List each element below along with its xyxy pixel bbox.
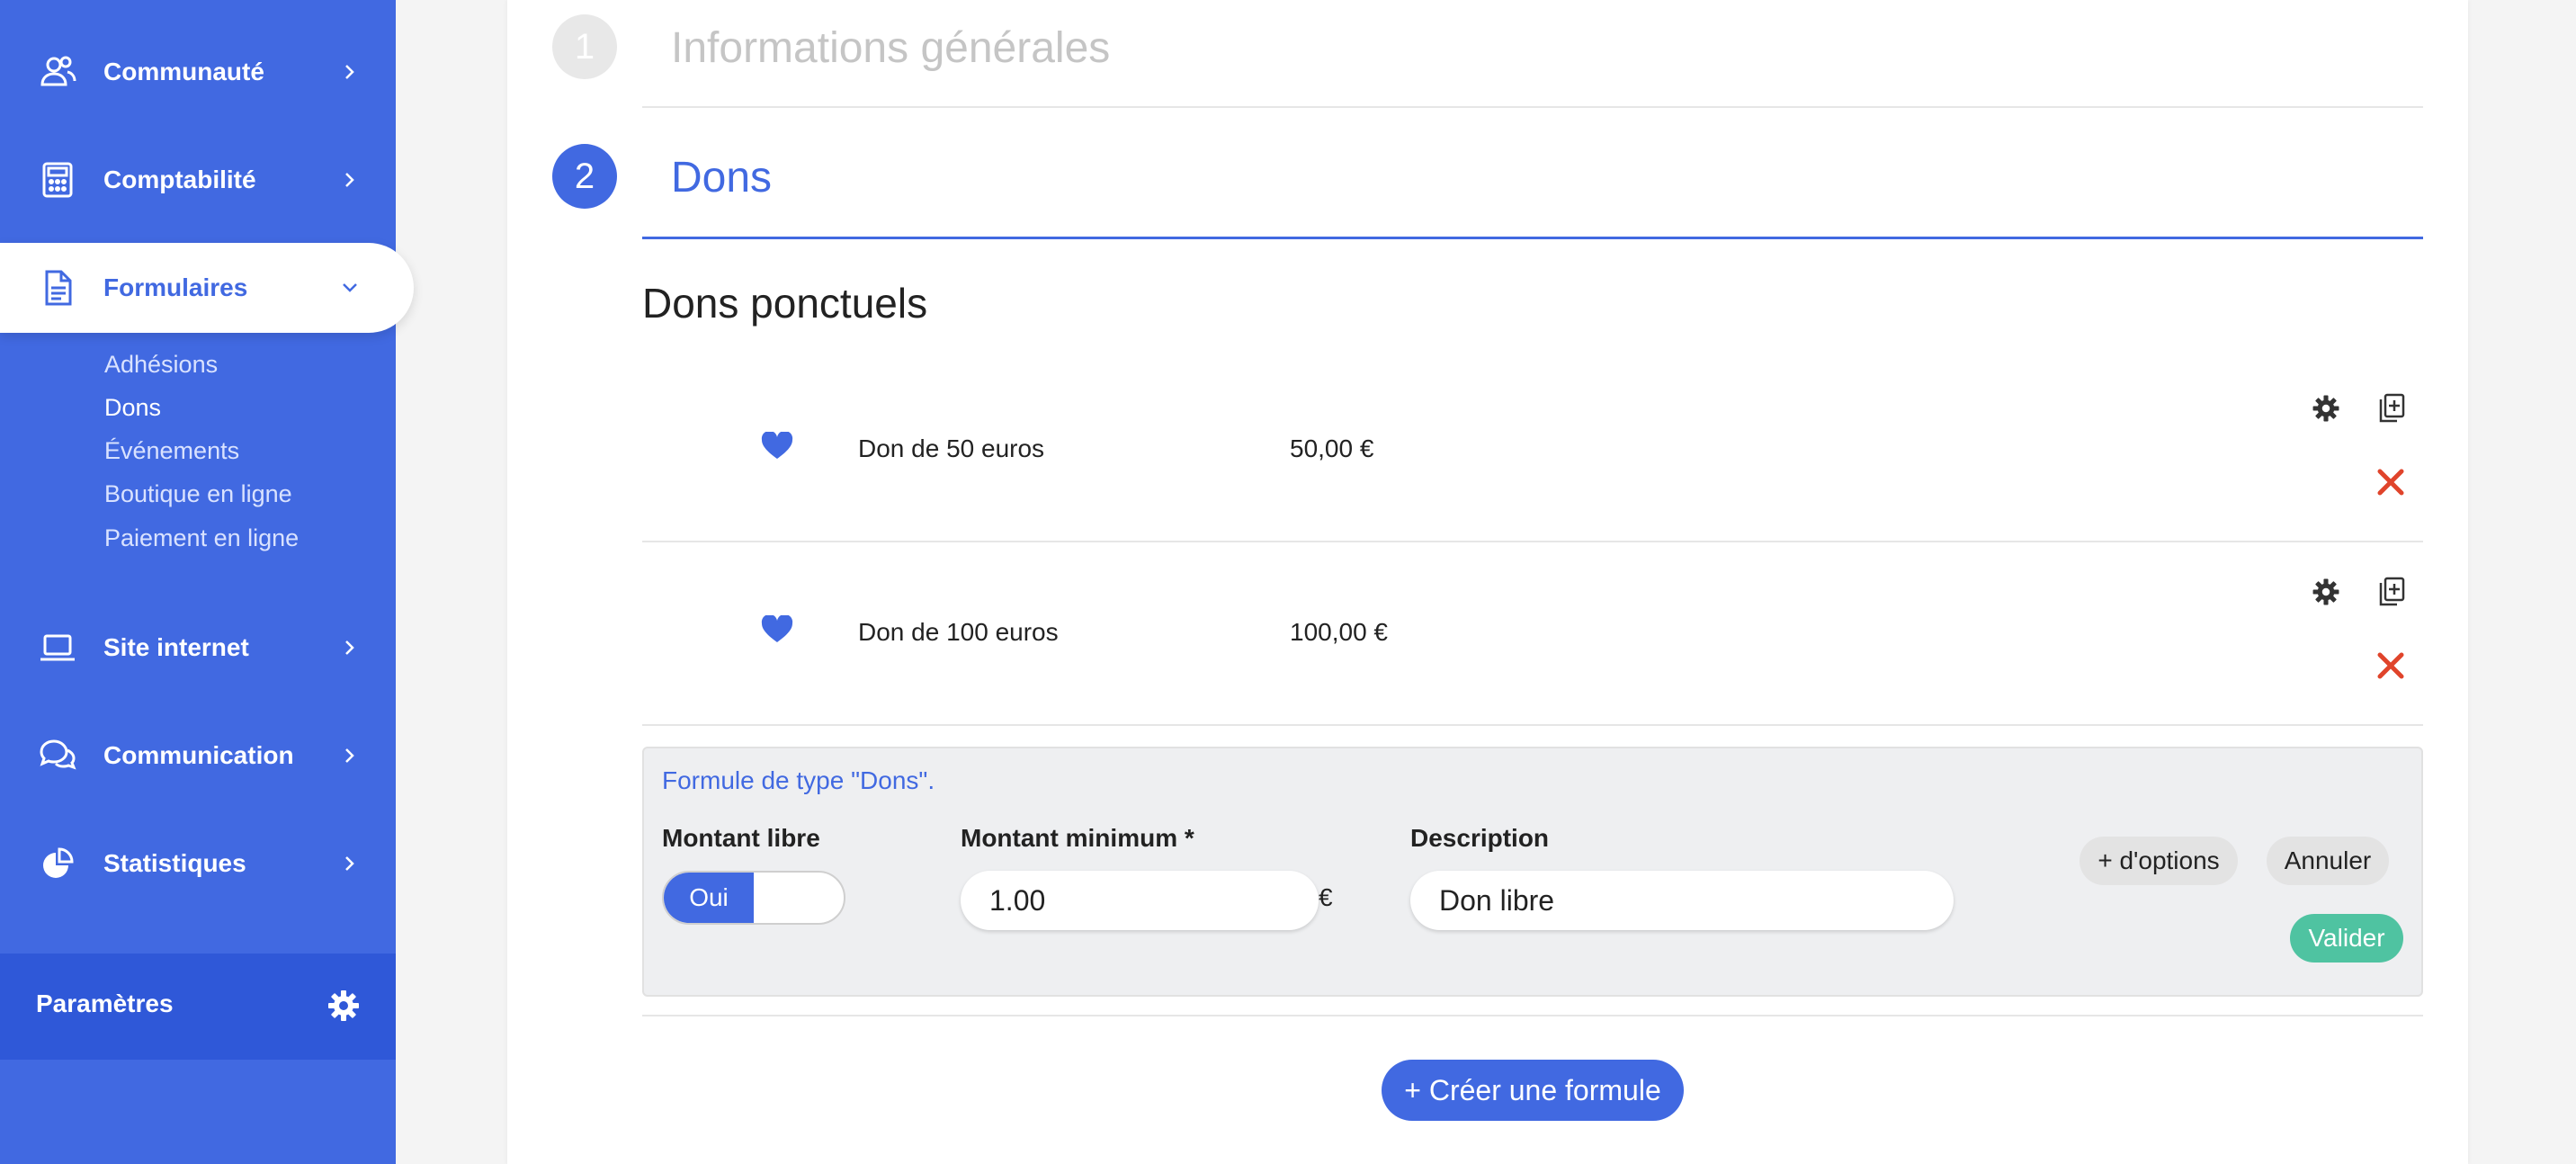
gear-icon xyxy=(326,988,362,1024)
currency-label: € xyxy=(1319,883,1333,911)
settings-gear-icon[interactable] xyxy=(2308,390,2344,426)
divider xyxy=(642,724,2423,726)
delete-icon[interactable] xyxy=(2373,464,2409,500)
chevron-right-icon xyxy=(340,170,360,190)
heart-icon xyxy=(761,613,793,644)
sidebar-item-label: Comptabilité xyxy=(103,166,256,193)
settings-button[interactable]: Paramètres xyxy=(0,954,396,1060)
cancel-button[interactable]: Annuler xyxy=(2267,837,2389,885)
delete-icon[interactable] xyxy=(2373,648,2409,684)
divider xyxy=(642,1015,2423,1016)
don-amount: 50,00 € xyxy=(1290,434,1374,462)
sidebar-item-statistiques[interactable]: Statistiques xyxy=(0,819,396,909)
toggle-on-label: Oui xyxy=(664,873,754,923)
sidebar-subitem-dons[interactable]: Dons xyxy=(104,394,161,422)
pie-chart-icon xyxy=(38,844,77,883)
validate-button[interactable]: Valider xyxy=(2290,914,2403,963)
calculator-icon xyxy=(38,160,77,200)
laptop-icon xyxy=(38,628,77,667)
sidebar-subitem-boutique[interactable]: Boutique en ligne xyxy=(104,480,292,508)
sidebar-item-formulaires[interactable]: Formulaires xyxy=(0,243,414,333)
sidebar-subitem-adhesions[interactable]: Adhésions xyxy=(104,351,218,379)
users-icon xyxy=(38,52,77,92)
chevron-right-icon xyxy=(340,746,360,766)
settings-label: Paramètres xyxy=(36,989,174,1017)
chevron-right-icon xyxy=(340,638,360,658)
more-options-button[interactable]: + d'options xyxy=(2080,837,2238,885)
montant-minimum-input[interactable]: 1.00 xyxy=(961,871,1319,930)
montant-libre-toggle[interactable]: Oui xyxy=(662,871,845,925)
sidebar-item-communaute[interactable]: Communauté xyxy=(0,27,396,117)
divider xyxy=(642,541,2423,542)
step-title-dons[interactable]: Dons xyxy=(671,153,772,202)
sidebar-item-site-internet[interactable]: Site internet xyxy=(0,603,396,693)
sidebar-subitem-paiement[interactable]: Paiement en ligne xyxy=(104,524,299,552)
formula-type-label: Formule de type "Dons". xyxy=(662,766,935,794)
sidebar-item-label: Communication xyxy=(103,741,294,769)
don-name: Don de 50 euros xyxy=(858,434,1045,462)
heart-icon xyxy=(761,430,793,461)
section-title: Dons ponctuels xyxy=(642,280,928,327)
duplicate-icon[interactable] xyxy=(2373,574,2409,610)
sidebar-item-comptabilite[interactable]: Comptabilité xyxy=(0,135,396,225)
duplicate-icon[interactable] xyxy=(2373,390,2409,426)
don-amount: 100,00 € xyxy=(1290,618,1388,646)
montant-libre-label: Montant libre xyxy=(662,824,820,852)
description-input[interactable]: Don libre xyxy=(1410,871,1954,930)
don-name: Don de 100 euros xyxy=(858,618,1059,646)
montant-minimum-label: Montant minimum * xyxy=(961,824,1194,852)
sidebar-item-label: Site internet xyxy=(103,633,249,661)
sidebar-item-label: Statistiques xyxy=(103,849,246,877)
settings-gear-icon[interactable] xyxy=(2308,574,2344,610)
sidebar-item-label: Communauté xyxy=(103,58,264,85)
chevron-down-icon xyxy=(340,278,360,298)
chevron-right-icon xyxy=(340,62,360,82)
step-number: 2 xyxy=(552,144,617,209)
sidebar-item-label: Formulaires xyxy=(103,273,248,301)
divider xyxy=(642,106,2423,108)
chat-icon xyxy=(38,736,77,775)
sidebar-item-communication[interactable]: Communication xyxy=(0,711,396,801)
create-formula-button[interactable]: + Créer une formule xyxy=(1382,1060,1684,1121)
document-icon xyxy=(38,268,77,308)
step-title-informations[interactable]: Informations générales xyxy=(671,23,1110,73)
sidebar: Communauté Comptabilité Formulaires Adhé… xyxy=(0,0,414,1164)
step-number: 1 xyxy=(552,14,617,79)
chevron-right-icon xyxy=(340,854,360,873)
description-label: Description xyxy=(1410,824,1550,852)
divider-active xyxy=(642,237,2423,239)
sidebar-subitem-evenements[interactable]: Événements xyxy=(104,437,239,465)
